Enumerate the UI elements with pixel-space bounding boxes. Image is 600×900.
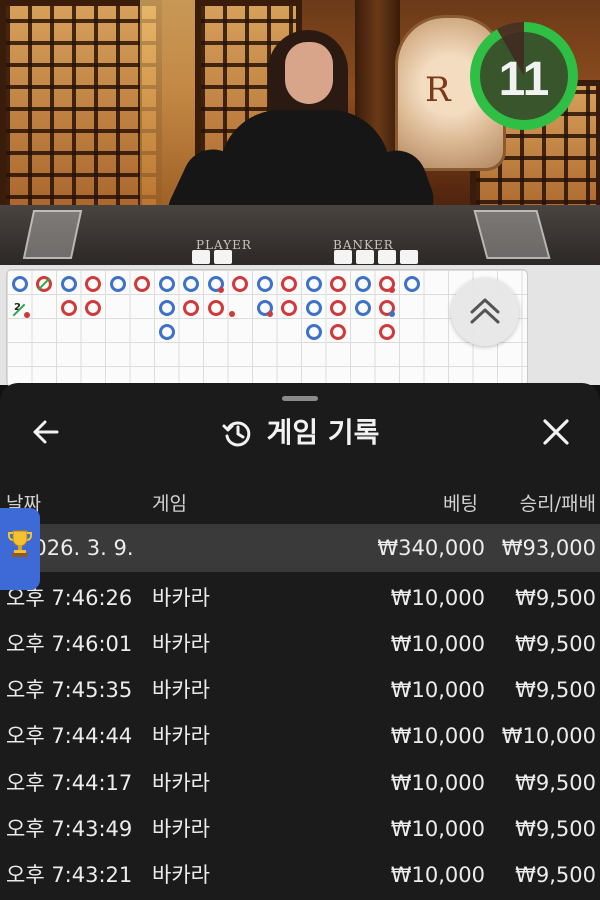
row-game: 바카라 — [152, 817, 210, 841]
banker-bead — [61, 300, 77, 316]
row-game: 바카라 — [152, 863, 210, 887]
row-result: ₩9,500 — [515, 586, 596, 610]
summary-result-total: ₩93,000 — [501, 536, 596, 560]
row-result: ₩9,500 — [515, 678, 596, 702]
banker-bead — [85, 276, 101, 292]
game-history-sheet: 게임 기록 날짜 게임 베팅 승리/패배 2026. 3. 9. ₩340,00… — [0, 383, 600, 900]
history-row[interactable]: 오후 7:46:01 바카라 ₩10,000 ₩9,500 — [0, 621, 600, 667]
sheet-title: 게임 기록 — [266, 416, 380, 449]
row-result: ₩9,500 — [515, 817, 596, 841]
banker-card — [400, 250, 418, 264]
player-bead — [257, 276, 273, 292]
row-time: 오후 7:43:21 — [6, 863, 133, 887]
card-shoe — [473, 210, 551, 259]
history-row[interactable]: 오후 7:44:17 바카라 ₩10,000 ₩9,500 — [0, 760, 600, 806]
history-row[interactable]: 오후 7:46:26 바카라 ₩10,000 ₩9,500 — [0, 575, 600, 621]
row-bet: ₩10,000 — [390, 632, 485, 656]
banker-card — [378, 250, 396, 264]
banker-bead — [85, 300, 101, 316]
history-row[interactable]: 오후 7:45:35 바카라 ₩10,000 ₩9,500 — [0, 667, 600, 713]
row-result: ₩9,500 — [515, 632, 596, 656]
row-game: 바카라 — [152, 771, 210, 795]
player-bead — [159, 276, 175, 292]
row-game: 바카라 — [152, 632, 210, 656]
row-bet: ₩10,000 — [390, 724, 485, 748]
row-bet: ₩10,000 — [390, 678, 485, 702]
player-bead — [159, 324, 175, 340]
sheet-header: 게임 기록 — [0, 413, 600, 453]
banker-bead — [281, 300, 297, 316]
row-time: 오후 7:43:49 — [6, 817, 133, 841]
row-time: 오후 7:44:17 — [6, 771, 133, 795]
history-row[interactable]: 오후 7:44:44 바카라 ₩10,000 ₩10,000 — [0, 713, 600, 759]
player-pair-dot — [389, 311, 395, 317]
row-game: 바카라 — [152, 724, 210, 748]
card-discard-tray — [22, 210, 83, 259]
history-row[interactable]: 오후 7:43:49 바카라 ₩10,000 ₩9,500 — [0, 806, 600, 852]
banker-pair-dot — [229, 311, 235, 317]
collapse-roadmap-button[interactable] — [451, 278, 519, 346]
trophy-tab[interactable] — [0, 508, 40, 590]
row-game: 바카라 — [152, 678, 210, 702]
banker-bead — [281, 276, 297, 292]
row-bet: ₩10,000 — [390, 586, 485, 610]
dealer-face — [285, 42, 333, 104]
row-bet: ₩10,000 — [390, 771, 485, 795]
row-time: 오후 7:44:44 — [6, 724, 133, 748]
banker-bead — [330, 276, 346, 292]
player-bead — [306, 276, 322, 292]
player-bead — [404, 276, 420, 292]
player-bead — [306, 324, 322, 340]
player-bead — [306, 300, 322, 316]
daily-summary-row[interactable]: 2026. 3. 9. ₩340,000 ₩93,000 — [0, 524, 600, 572]
banker-bead — [134, 276, 150, 292]
close-icon — [543, 419, 569, 445]
banker-bead — [330, 300, 346, 316]
countdown-timer: 11 — [470, 22, 578, 130]
banker-bead — [330, 324, 346, 340]
row-result: ₩9,500 — [515, 863, 596, 887]
row-bet: ₩10,000 — [390, 863, 485, 887]
banker-pair-dot — [24, 312, 30, 318]
row-time: 오후 7:46:01 — [6, 632, 133, 656]
player-card — [214, 250, 232, 264]
column-header-bet: 베팅 — [443, 493, 478, 515]
column-header-game: 게임 — [152, 493, 187, 515]
column-header-result: 승리/패배 — [519, 493, 596, 515]
history-clock-icon — [222, 421, 250, 447]
banker-card — [334, 250, 352, 264]
sheet-drag-handle[interactable] — [282, 396, 318, 401]
player-bead — [12, 276, 28, 292]
banker-bead — [183, 300, 199, 316]
player-bead — [61, 276, 77, 292]
row-time: 오후 7:45:35 — [6, 678, 133, 702]
row-result: ₩10,000 — [501, 724, 596, 748]
banker-pair-dot — [389, 287, 395, 293]
player-bead — [355, 276, 371, 292]
row-bet: ₩10,000 — [390, 817, 485, 841]
trophy-icon — [8, 530, 32, 557]
history-row[interactable]: 오후 7:43:21 바카라 ₩10,000 ₩9,500 — [0, 852, 600, 898]
banker-bead — [379, 324, 395, 340]
emblem-letter: R — [425, 70, 451, 110]
player-card — [192, 250, 210, 264]
wall-lattice-left — [0, 0, 162, 227]
player-bead — [110, 276, 126, 292]
summary-bet-total: ₩340,000 — [377, 536, 485, 560]
banker-pair-dot — [267, 311, 273, 317]
player-bead — [183, 276, 199, 292]
row-game: 바카라 — [152, 586, 210, 610]
player-bead — [159, 300, 175, 316]
row-result: ₩9,500 — [515, 771, 596, 795]
banker-bead — [232, 276, 248, 292]
countdown-seconds: 11 — [498, 53, 550, 106]
banker-card — [356, 250, 374, 264]
bead-road: 2 — [6, 269, 528, 387]
banker-pair-dot — [218, 287, 224, 293]
player-bead — [355, 300, 371, 316]
live-video-feed: R PLAYER BANKER 11 — [0, 0, 600, 265]
chevron-up-double-icon — [470, 298, 500, 324]
banker-bead — [208, 300, 224, 316]
close-button[interactable] — [539, 415, 573, 449]
